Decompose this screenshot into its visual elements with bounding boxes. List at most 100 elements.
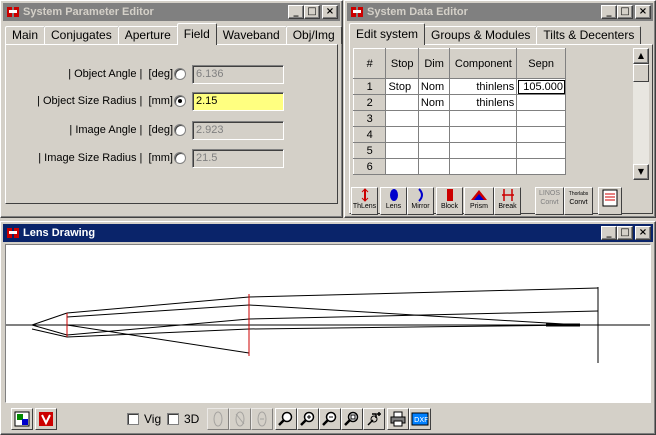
- minimize-button[interactable]: _: [288, 5, 304, 19]
- component-cell[interactable]: thinlens: [449, 78, 518, 95]
- zoom-button[interactable]: [275, 408, 297, 430]
- row-number[interactable]: 1: [352, 78, 387, 95]
- table-row[interactable]: 4: [352, 126, 566, 143]
- linos-convert-button[interactable]: LINOS Convt: [535, 187, 564, 215]
- thin-lens-button[interactable]: ThLens: [351, 187, 378, 215]
- scroll-thumb[interactable]: [633, 64, 649, 82]
- dim-cell[interactable]: [417, 126, 451, 143]
- lens-system-button[interactable]: [35, 408, 57, 430]
- maximize-button[interactable]: □: [617, 226, 633, 240]
- stop-cell[interactable]: [385, 94, 419, 111]
- tab-waveband[interactable]: Waveband: [215, 26, 287, 45]
- close-button[interactable]: ×: [635, 5, 651, 19]
- object-size-radius-radio[interactable]: [174, 95, 186, 107]
- dim-cell[interactable]: Nom: [417, 78, 451, 95]
- print-button[interactable]: [387, 408, 409, 430]
- lens-system-icon: [39, 412, 53, 426]
- ray-bundle: [31, 287, 599, 354]
- block-icon: [446, 189, 453, 201]
- app-icon: [7, 228, 19, 238]
- row-number[interactable]: 3: [352, 110, 387, 127]
- stop-cell[interactable]: Stop: [385, 78, 419, 95]
- component-cell[interactable]: thinlens: [449, 94, 518, 111]
- table-row[interactable]: 3: [352, 110, 566, 127]
- mirror-icon: [417, 188, 423, 202]
- object-size-radius-field[interactable]: 2.15: [192, 91, 284, 111]
- row-number[interactable]: 6: [352, 158, 387, 175]
- col-header-sepn: Sepn: [516, 48, 566, 79]
- dim-cell[interactable]: Nom: [417, 94, 451, 111]
- stop-cell[interactable]: [385, 126, 419, 143]
- thorlabs-convert-button[interactable]: Thorlabs Convt: [564, 187, 593, 215]
- block-button[interactable]: Block: [436, 187, 463, 215]
- sepn-cell[interactable]: [516, 158, 566, 175]
- sepn-cell[interactable]: [516, 110, 566, 127]
- sepn-cell[interactable]: 105.000: [516, 78, 566, 95]
- component-cell[interactable]: [449, 142, 518, 159]
- lens-drawing-titlebar[interactable]: Lens Drawing: [3, 224, 653, 242]
- minimize-button[interactable]: _: [601, 5, 617, 19]
- tab-tilts-decenters[interactable]: Tilts & Decenters: [536, 26, 642, 45]
- object-angle-radio[interactable]: [174, 68, 186, 80]
- dim-cell[interactable]: [417, 158, 451, 175]
- row-number[interactable]: 5: [352, 142, 387, 159]
- prism-button[interactable]: Prism: [464, 187, 494, 215]
- image-angle-field[interactable]: 2.923: [192, 120, 284, 140]
- close-button[interactable]: ×: [322, 5, 338, 19]
- tab-aperture[interactable]: Aperture: [117, 26, 178, 45]
- tab-groups-modules[interactable]: Groups & Modules: [424, 26, 538, 45]
- tab-edit-system[interactable]: Edit system: [349, 23, 426, 45]
- zoom-out-icon: [322, 411, 337, 426]
- pan-button[interactable]: [363, 408, 385, 430]
- scroll-down-button[interactable]: ▼: [633, 164, 649, 180]
- component-cell[interactable]: [449, 158, 518, 175]
- view-lens-3-button[interactable]: [251, 408, 273, 430]
- view-lens-button[interactable]: [207, 408, 229, 430]
- component-cell[interactable]: [449, 110, 518, 127]
- component-cell[interactable]: [449, 126, 518, 143]
- sepn-cell[interactable]: [516, 94, 566, 111]
- maximize-button[interactable]: □: [304, 5, 320, 19]
- tab-obj-img[interactable]: Obj/Img: [285, 26, 342, 45]
- notes-button[interactable]: [598, 187, 622, 215]
- image-size-radius-radio[interactable]: [174, 152, 186, 164]
- sepn-cell[interactable]: [516, 126, 566, 143]
- stop-cell[interactable]: [385, 110, 419, 127]
- dim-cell[interactable]: [417, 110, 451, 127]
- object-angle-field[interactable]: 6.136: [192, 64, 284, 84]
- table-row[interactable]: 2 Nom thinlens: [352, 94, 566, 111]
- lens-button[interactable]: Lens: [380, 187, 407, 215]
- vig-checkbox[interactable]: [127, 413, 139, 425]
- row-number[interactable]: 2: [352, 94, 387, 111]
- image-size-radius-field[interactable]: 21.5: [192, 148, 284, 168]
- table-row[interactable]: 5: [352, 142, 566, 159]
- image-angle-radio[interactable]: [174, 124, 186, 136]
- table-row[interactable]: 6: [352, 158, 566, 175]
- pan-icon: [367, 412, 381, 426]
- table-row[interactable]: 1 Stop Nom thinlens 105.000: [352, 78, 566, 95]
- lens-drawing-canvas[interactable]: [5, 244, 651, 403]
- tab-conjugates[interactable]: Conjugates: [44, 26, 119, 45]
- tab-main[interactable]: Main: [5, 26, 46, 45]
- row-number[interactable]: 4: [352, 126, 387, 143]
- stop-cell[interactable]: [385, 158, 419, 175]
- mirror-label: Mirror: [411, 203, 430, 210]
- sepn-cell[interactable]: [516, 142, 566, 159]
- export-dxf-button[interactable]: DXF: [409, 408, 431, 430]
- dim-cell[interactable]: [417, 142, 451, 159]
- scroll-up-button[interactable]: ▲: [633, 48, 649, 64]
- vertical-scrollbar[interactable]: ▲ ▼: [633, 48, 649, 180]
- mirror-button[interactable]: Mirror: [407, 187, 434, 215]
- zoom-fit-button[interactable]: [341, 408, 363, 430]
- maximize-button[interactable]: □: [617, 5, 633, 19]
- close-button[interactable]: ×: [635, 226, 651, 240]
- break-button[interactable]: Break: [494, 187, 521, 215]
- stop-cell[interactable]: [385, 142, 419, 159]
- zoom-out-button[interactable]: [319, 408, 341, 430]
- tab-field[interactable]: Field: [176, 23, 217, 45]
- view-lens-2-button[interactable]: [229, 408, 251, 430]
- zoom-in-button[interactable]: [297, 408, 319, 430]
- drawing-settings-button[interactable]: [11, 408, 33, 430]
- 3d-checkbox[interactable]: [167, 413, 179, 425]
- minimize-button[interactable]: _: [601, 226, 617, 240]
